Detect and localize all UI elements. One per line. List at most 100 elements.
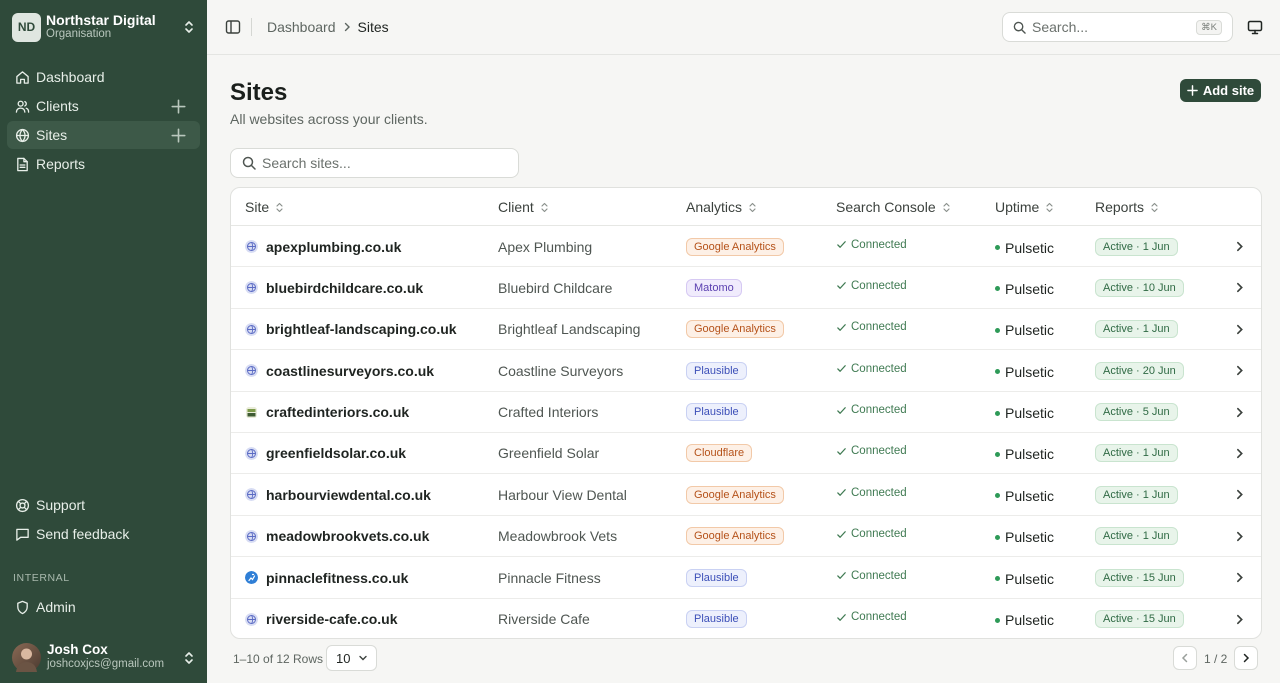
table-row[interactable]: bluebirdchildcare.co.uk Bluebird Childcar…	[231, 267, 1261, 309]
rows-per-page-select[interactable]: 10	[326, 645, 377, 671]
search-console-status: Connected	[851, 528, 907, 541]
monitor-icon[interactable]	[1247, 19, 1263, 35]
global-search-input[interactable]	[1032, 19, 1182, 35]
client-cell: Harbour View Dental	[498, 474, 627, 515]
global-search[interactable]: ⌘K	[1002, 12, 1233, 42]
site-favicon-icon	[245, 488, 258, 502]
sidebar-toggle-icon[interactable]	[225, 19, 241, 35]
chevron-right-icon	[1237, 614, 1243, 624]
column-header-reports[interactable]: Reports	[1095, 199, 1159, 215]
column-header-analytics[interactable]: Analytics	[686, 199, 757, 215]
column-header-uptime[interactable]: Uptime	[995, 199, 1054, 215]
row-open-button[interactable]	[1234, 516, 1245, 557]
table-row[interactable]: meadowbrookvets.co.uk Meadowbrook Vets Goo…	[231, 516, 1261, 558]
table-header: Site Client Analytics Search Console Uptime R…	[231, 188, 1261, 226]
column-header-site[interactable]: Site	[245, 199, 284, 215]
table-row[interactable]: pinnaclefitness.co.uk Pinnacle Fitness Pla…	[231, 557, 1261, 599]
site-search[interactable]	[230, 148, 519, 178]
client-name: Crafted Interiors	[498, 404, 599, 421]
site-cell[interactable]: riverside-cafe.co.uk	[245, 599, 398, 638]
site-cell[interactable]: craftedinteriors.co.uk	[245, 392, 409, 433]
sidebar-item-clients[interactable]: Clients	[7, 92, 200, 120]
status-dot	[995, 576, 1000, 582]
next-page-button[interactable]	[1234, 646, 1258, 670]
column-header-search-console[interactable]: Search Console	[836, 199, 951, 215]
add-site-button[interactable]: Add site	[1180, 79, 1261, 102]
uptime-cell: Pulsetic	[995, 558, 1054, 599]
row-open-button[interactable]	[1234, 392, 1245, 433]
previous-page-button[interactable]	[1173, 646, 1197, 670]
row-open-button[interactable]	[1234, 433, 1245, 474]
site-cell[interactable]: brightleaf-landscaping.co.uk	[245, 309, 457, 350]
table-row[interactable]: harbourviewdental.co.uk Harbour View Dent…	[231, 474, 1261, 516]
rows-label: Rows	[293, 652, 324, 666]
analytics-cell: Plausible	[686, 557, 747, 598]
client-cell: Bluebird Childcare	[498, 267, 612, 308]
table-row[interactable]: greenfieldsolar.co.uk Greenfield Solar Clo…	[231, 431, 1261, 475]
search-console-status: Connected	[851, 445, 907, 458]
site-search-input[interactable]	[262, 155, 502, 171]
check-icon	[837, 448, 846, 455]
column-header-label: Analytics	[686, 199, 743, 215]
sidebar-item-admin[interactable]: Admin	[7, 593, 200, 621]
column-header-client[interactable]: Client	[498, 199, 549, 215]
analytics-badge: Google Analytics	[686, 485, 784, 504]
table-row[interactable]: brightleaf-landscaping.co.uk Brightleaf L…	[231, 307, 1261, 351]
site-cell[interactable]: coastlinesurveyors.co.uk	[245, 350, 434, 391]
plus-icon[interactable]	[171, 99, 186, 114]
analytics-badge: Plausible	[686, 568, 747, 587]
client-name: Bluebird Childcare	[498, 279, 613, 296]
table-row[interactable]: riverside-cafe.co.uk Riverside Cafe Plausi…	[231, 599, 1261, 638]
lifebuoy-icon	[15, 498, 30, 512]
site-cell[interactable]: harbourviewdental.co.uk	[245, 474, 431, 515]
analytics-badge: Cloudflare	[686, 444, 753, 463]
search-console-cell: Connected	[836, 307, 907, 348]
uptime-provider: Pulsetic	[1005, 446, 1055, 463]
uptime-cell: Pulsetic	[995, 227, 1054, 268]
sidebar-item-support[interactable]: Support	[7, 491, 200, 519]
row-open-button[interactable]	[1234, 267, 1245, 308]
chevron-right-icon	[1237, 241, 1243, 252]
reports-cell: Active · 1 Jun	[1095, 433, 1178, 474]
site-cell[interactable]: greenfieldsolar.co.uk	[245, 433, 406, 474]
plus-icon[interactable]	[171, 128, 186, 143]
search-icon	[1013, 21, 1026, 34]
chevron-right-icon	[1237, 407, 1243, 417]
row-open-button[interactable]	[1234, 599, 1245, 638]
row-open-button[interactable]	[1234, 350, 1245, 391]
table-row[interactable]: apexplumbing.co.uk Apex Plumbing Google An…	[231, 226, 1261, 268]
user-menu[interactable]: Josh Cox joshcoxjcs@gmail.com	[12, 641, 198, 673]
sidebar-item-reports[interactable]: Reports	[7, 150, 200, 178]
search-console-cell: Connected	[836, 431, 907, 472]
reports-status-badge: Active · 1 Jun	[1095, 527, 1178, 546]
table-row[interactable]: coastlinesurveyors.co.uk Coastline Survey…	[231, 350, 1261, 392]
row-open-button[interactable]	[1234, 226, 1245, 267]
uptime-provider: Pulsetic	[1005, 405, 1055, 422]
sidebar-item-send-feedback[interactable]: Send feedback	[7, 520, 200, 548]
page-indicator: 1 / 2	[1204, 652, 1228, 666]
check-icon	[837, 489, 846, 497]
column-header-label: Search Console	[836, 199, 936, 215]
breadcrumb-dashboard[interactable]: Dashboard	[267, 19, 336, 35]
row-open-button[interactable]	[1234, 557, 1245, 598]
site-cell[interactable]: pinnaclefitness.co.uk	[245, 557, 408, 598]
client-name: Coastline Surveyors	[498, 362, 624, 379]
secondary-nav: Support Send feedback	[7, 491, 200, 549]
org-switcher[interactable]: ND Northstar Digital Organisation	[12, 11, 198, 43]
table-row[interactable]: craftedinteriors.co.uk Crafted Interiors P…	[231, 392, 1261, 433]
sidebar-item-sites[interactable]: Sites	[7, 121, 200, 149]
site-favicon-icon	[245, 240, 258, 253]
uptime-cell: Pulsetic	[995, 310, 1054, 351]
uptime-provider: Pulsetic	[1005, 280, 1055, 297]
search-console-status: Connected	[851, 362, 907, 375]
site-favicon-icon	[245, 529, 258, 543]
reports-status-badge: Active · 10 Jun	[1095, 278, 1184, 297]
row-open-button[interactable]	[1234, 474, 1245, 515]
site-cell[interactable]: meadowbrookvets.co.uk	[245, 516, 429, 557]
site-cell[interactable]: bluebirdchildcare.co.uk	[245, 267, 423, 308]
row-open-button[interactable]	[1234, 309, 1245, 350]
site-cell[interactable]: apexplumbing.co.uk	[245, 226, 401, 267]
search-console-status: Connected	[851, 279, 907, 292]
search-console-status: Connected	[851, 404, 907, 417]
sidebar-item-dashboard[interactable]: Dashboard	[7, 63, 200, 91]
